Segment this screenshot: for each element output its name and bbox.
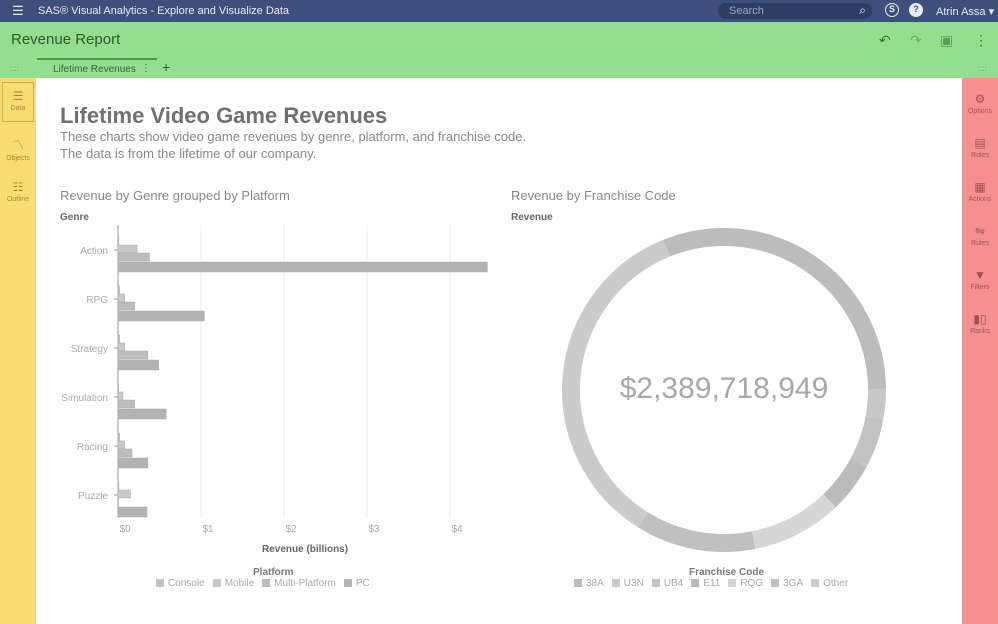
- bar-console: [117, 285, 120, 295]
- bar-multi-platform: [117, 252, 150, 262]
- bar-pc: [117, 506, 148, 518]
- bar-mobile: [117, 293, 125, 303]
- bar-multi-platform: [117, 301, 135, 311]
- donut-slice-ub4: [850, 415, 884, 468]
- x-tick-label: $4: [451, 524, 463, 535]
- donut-slice-rqg: [751, 494, 836, 549]
- y-tick-label: Simulation: [61, 393, 108, 404]
- bar-pc: [117, 457, 149, 469]
- x-tick-label: $0: [119, 524, 131, 535]
- bar-pc: [117, 359, 159, 371]
- y-tick-label: Strategy: [71, 344, 108, 355]
- bar-console: [117, 481, 120, 491]
- bar-console: [117, 383, 120, 393]
- y-tick-label: Puzzle: [78, 491, 108, 502]
- bar-multi-platform: [117, 350, 149, 360]
- donut-slice-3ga: [638, 512, 756, 552]
- y-tick-label: Action: [80, 246, 108, 257]
- bar-console: [117, 432, 120, 442]
- bar-multi-platform: [117, 497, 119, 507]
- donut-slice-u3n: [865, 388, 886, 420]
- bar-console: [117, 236, 120, 246]
- bar-mobile: [117, 391, 124, 401]
- bar-multi-platform: [117, 448, 133, 458]
- donut-slice-e11: [823, 458, 867, 508]
- bar-mobile: [117, 489, 131, 499]
- bar-pc: [117, 261, 488, 273]
- bar-mobile: [117, 440, 125, 450]
- charts-canvas: $0 $1 $2 $3 $4 Action RPG Strategy Simulation Rac…: [61, 225, 886, 552]
- bar-pc: [117, 310, 205, 322]
- y-tick-label: Racing: [77, 442, 108, 453]
- x-tick-label: $2: [285, 524, 297, 535]
- bar-console: [117, 334, 120, 344]
- bar-mobile: [117, 342, 125, 352]
- bar-multi-platform: [117, 399, 135, 409]
- bar-mobile: [117, 244, 138, 254]
- x-tick-label: $1: [202, 524, 214, 535]
- bar-pc: [117, 408, 167, 420]
- y-tick-label: RPG: [86, 295, 108, 306]
- donut-center-value: $2,389,718,949: [619, 372, 829, 405]
- x-tick-label: $3: [368, 524, 380, 535]
- donut-slice-38a: [663, 228, 886, 390]
